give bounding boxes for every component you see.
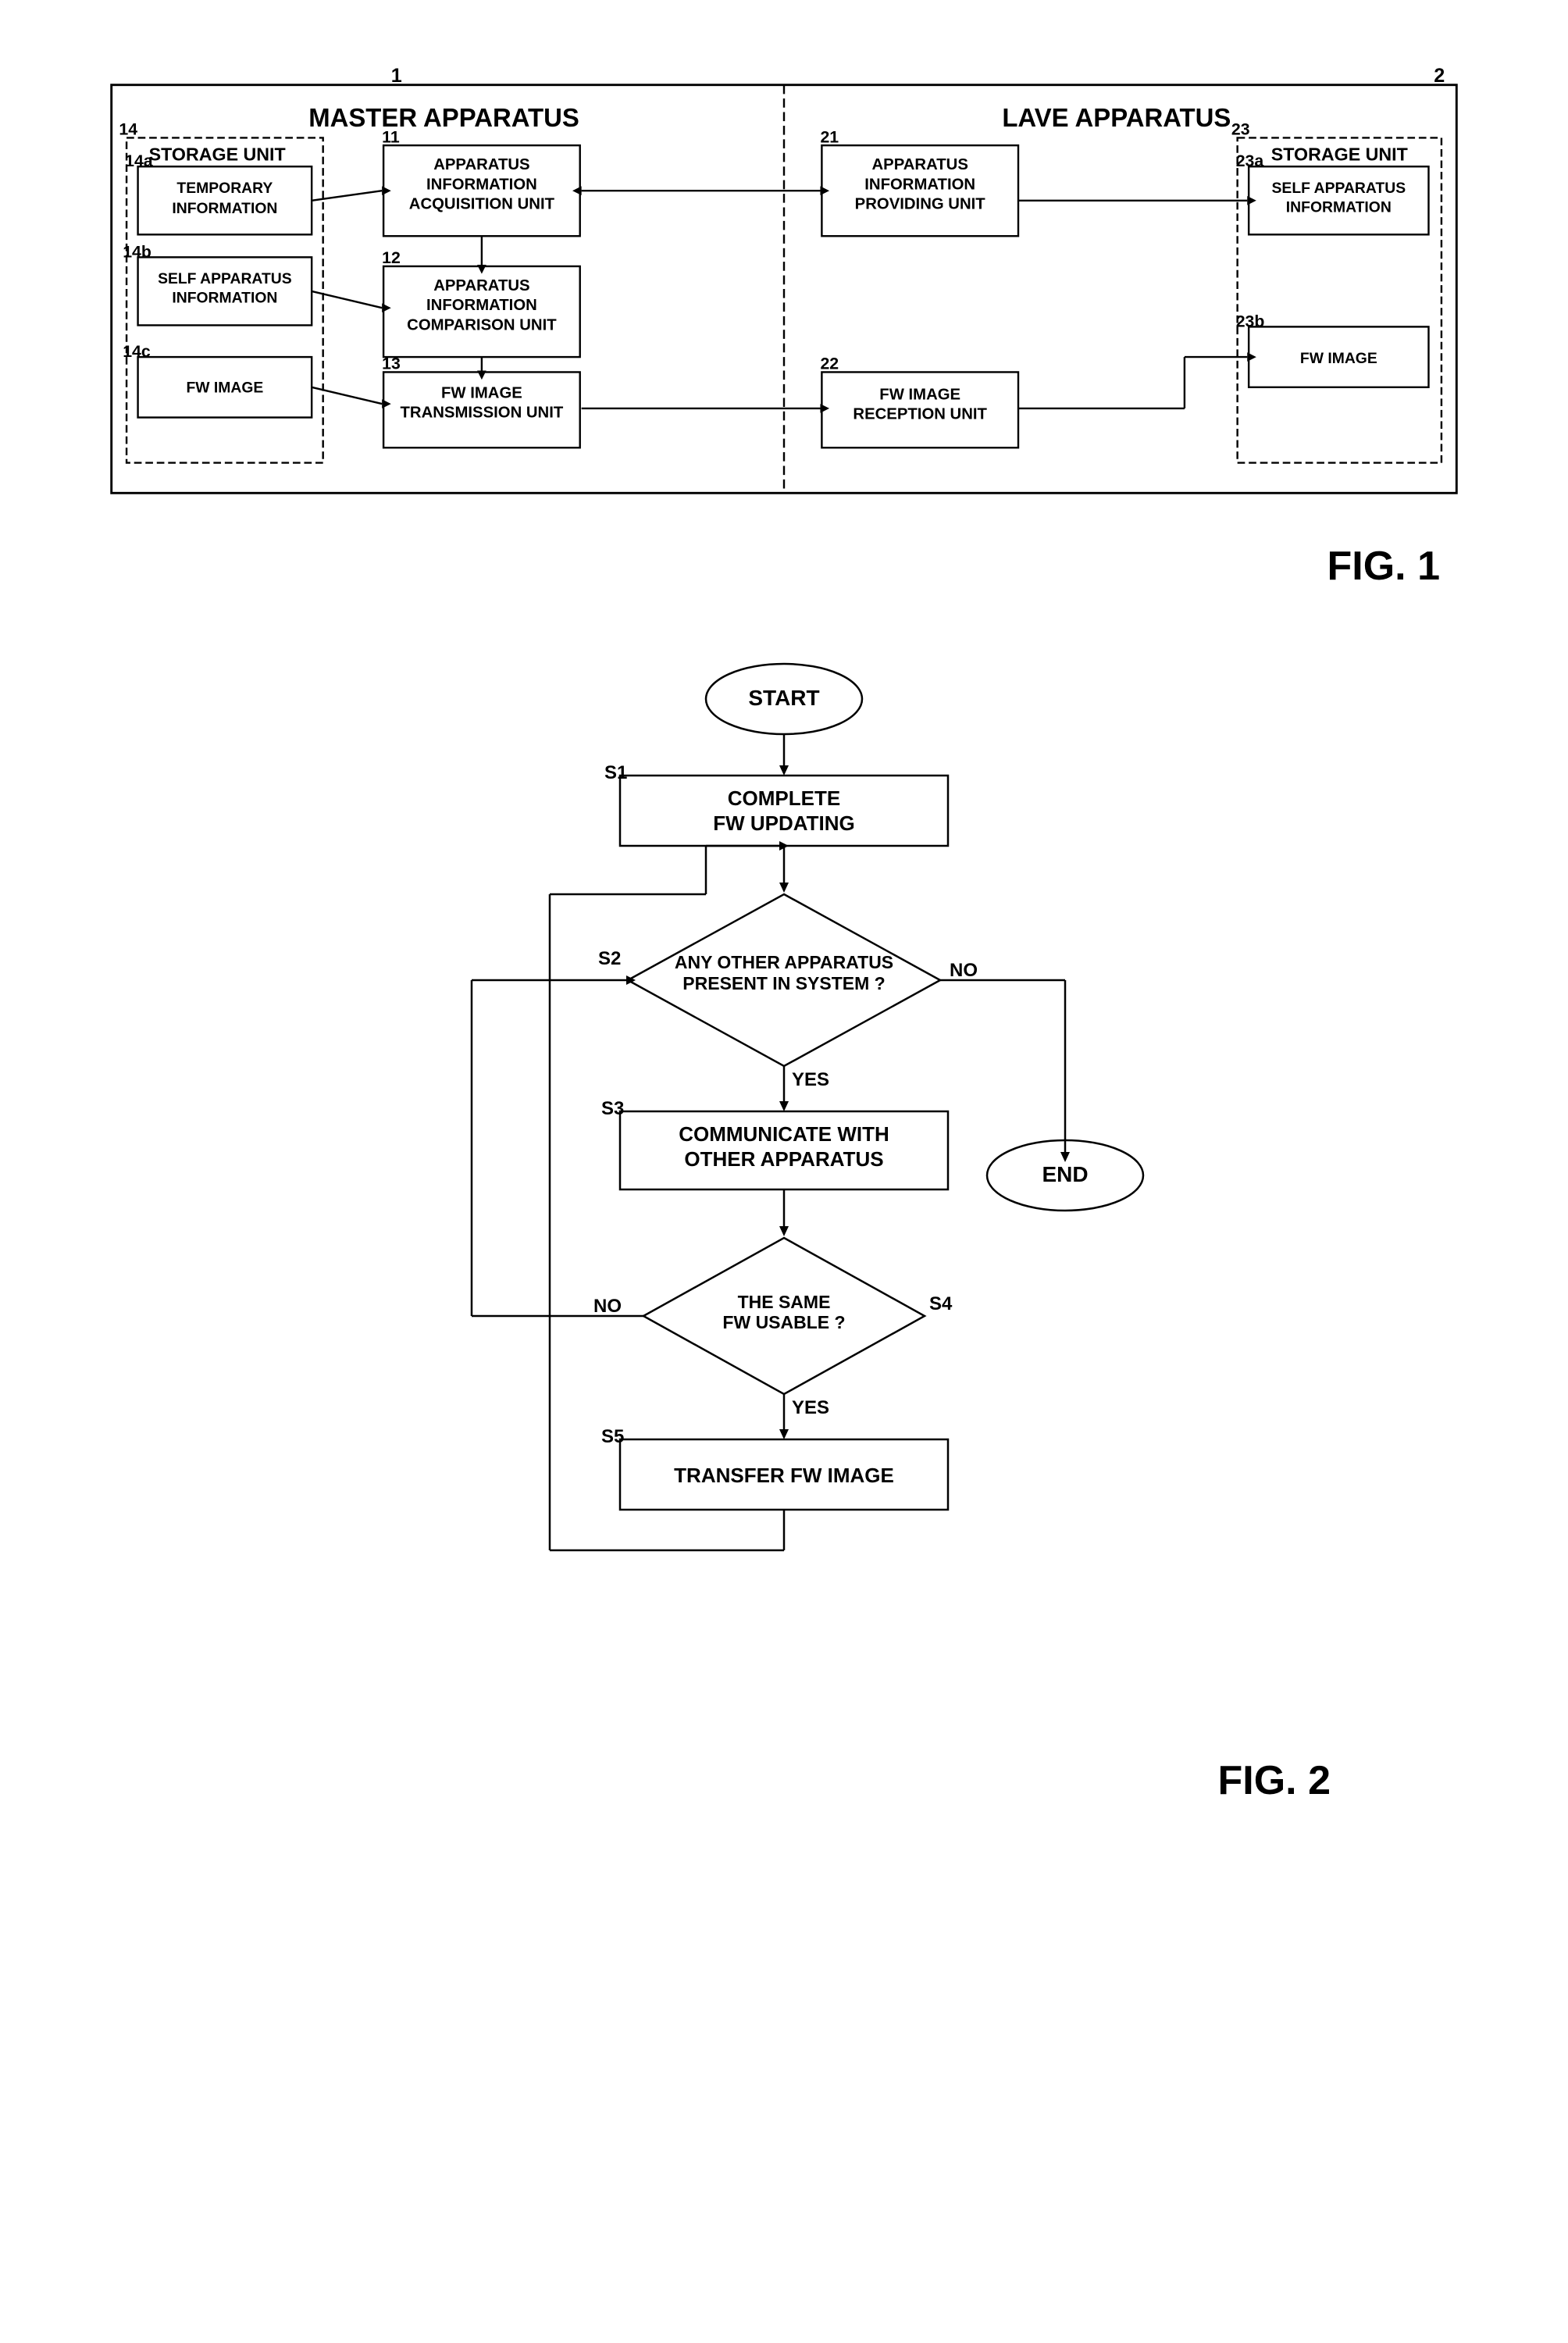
- ref-14c: 14c: [123, 342, 151, 361]
- end-label: END: [1042, 1162, 1088, 1186]
- unit11-l2: INFORMATION: [426, 176, 537, 193]
- unit13-l2: TRANSMISSION UNIT: [401, 405, 564, 422]
- fig1-container: 1 2 MASTER APPARATUS LAVE APPARATUS 14 S…: [81, 55, 1487, 590]
- ref-12: 12: [382, 248, 401, 267]
- master-storage-ref: 14: [119, 120, 137, 139]
- unit13-l1: FW IMAGE: [441, 384, 522, 401]
- fig1-diagram: 1 2 MASTER APPARATUS LAVE APPARATUS 14 S…: [81, 55, 1487, 523]
- slave-self-info-l1: SELF APPARATUS: [1272, 180, 1406, 197]
- s3-label1: COMMUNICATE WITH: [679, 1122, 889, 1146]
- ref-22: 22: [820, 355, 839, 373]
- s4-yes-label: YES: [792, 1397, 829, 1418]
- s2-yes-label: YES: [792, 1069, 829, 1090]
- s4-no-label: NO: [593, 1296, 622, 1317]
- unit11-l1: APPARATUS: [433, 156, 529, 173]
- unit11-l3: ACQUISITION UNIT: [409, 195, 555, 212]
- s2-label2: PRESENT IN SYSTEM ?: [682, 973, 885, 993]
- fig1-label: FIG. 1: [81, 543, 1440, 590]
- unit12-l2: INFORMATION: [426, 297, 537, 314]
- start-label: START: [748, 686, 819, 710]
- fig2-label: FIG. 2: [237, 1757, 1331, 1804]
- s2-no-label: NO: [950, 960, 978, 981]
- master-storage-label: STORAGE UNIT: [149, 144, 286, 164]
- ref-23a: 23a: [1236, 152, 1264, 170]
- s4-ref: S4: [929, 1293, 953, 1314]
- unit21-l3: PROVIDING UNIT: [855, 195, 986, 212]
- svg-text:1: 1: [391, 65, 402, 87]
- s3-ref: S3: [601, 1098, 624, 1119]
- fw-image-master-label: FW IMAGE: [186, 380, 263, 397]
- ref-13: 13: [382, 355, 401, 373]
- unit21-l1: APPARATUS: [871, 156, 968, 173]
- ref-14a: 14a: [125, 152, 153, 170]
- slave-title: LAVE APPARATUS: [1002, 103, 1231, 132]
- slave-fw-label: FW IMAGE: [1300, 350, 1377, 367]
- s1-ref: S1: [604, 762, 627, 783]
- s5-ref: S5: [601, 1426, 624, 1447]
- temp-info-label2: INFORMATION: [172, 200, 277, 217]
- s1-label2: FW UPDATING: [713, 811, 855, 835]
- ref-23b: 23b: [1236, 312, 1265, 330]
- self-info-label1: SELF APPARATUS: [158, 270, 292, 287]
- unit22-l2: RECEPTION UNIT: [853, 405, 987, 423]
- s1-label1: COMPLETE: [728, 786, 840, 810]
- s3-label2: OTHER APPARATUS: [684, 1147, 883, 1171]
- fig2-diagram: START COMPLETE FW UPDATING S1 ANY OTHER …: [237, 652, 1331, 1746]
- unit21-l2: INFORMATION: [864, 176, 975, 193]
- unit12-l1: APPARATUS: [433, 277, 529, 294]
- s2-ref: S2: [598, 948, 621, 969]
- fig2-container: START COMPLETE FW UPDATING S1 ANY OTHER …: [237, 652, 1331, 1804]
- s4-label1: THE SAME: [738, 1292, 831, 1312]
- temp-info-label1: TEMPORARY: [176, 180, 273, 197]
- unit22-l1: FW IMAGE: [879, 386, 960, 403]
- svg-text:2: 2: [1434, 65, 1445, 87]
- self-info-label2: INFORMATION: [172, 289, 277, 306]
- s4-label2: FW USABLE ?: [722, 1312, 845, 1332]
- ref-21: 21: [820, 127, 839, 146]
- slave-storage-ref: 23: [1231, 120, 1250, 139]
- master-title: MASTER APPARATUS: [308, 103, 579, 132]
- ref-11: 11: [382, 127, 400, 146]
- slave-self-info-l2: INFORMATION: [1286, 198, 1392, 216]
- slave-storage-label: STORAGE UNIT: [1271, 144, 1408, 164]
- s2-label1: ANY OTHER APPARATUS: [675, 952, 893, 972]
- s5-label: TRANSFER FW IMAGE: [674, 1464, 894, 1487]
- unit12-l3: COMPARISON UNIT: [407, 316, 557, 333]
- ref-14b: 14b: [123, 242, 151, 261]
- page: 1 2 MASTER APPARATUS LAVE APPARATUS 14 S…: [0, 0, 1568, 2343]
